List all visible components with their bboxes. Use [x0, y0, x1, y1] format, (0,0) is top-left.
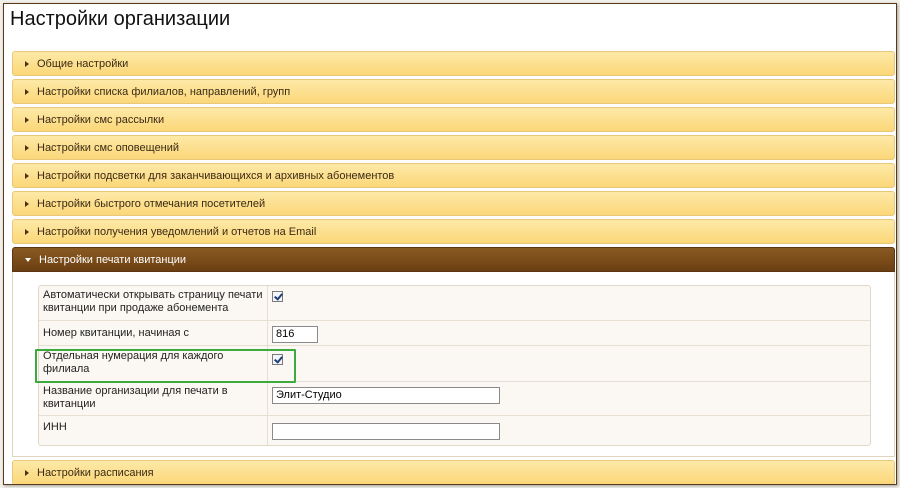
form-row: Отдельная нумерация для каждого филиала — [39, 346, 870, 382]
section-label: Настройки смс оповещений — [37, 141, 180, 154]
form-row: Название организации для печати в квитан… — [39, 382, 870, 416]
section-label: Настройки смс рассылки — [37, 113, 165, 126]
section-label: Настройки быстрого отмечания посетителей — [37, 197, 266, 210]
receipt-print-panel: Автоматически открывать страницу печати … — [12, 272, 895, 457]
page-title: Настройки организации — [10, 8, 231, 30]
section-quick-checkin[interactable]: Настройки быстрого отмечания посетителей — [12, 191, 895, 216]
section-receipt-print[interactable]: Настройки печати квитанции — [12, 247, 895, 272]
section-label: Настройки подсветки для заканчивающихся … — [37, 169, 395, 182]
form-value-cell — [268, 286, 870, 320]
section-label: Настройки печати квитанции — [39, 253, 187, 266]
triangle-right-icon — [25, 88, 29, 95]
section-branches[interactable]: Настройки списка филиалов, направлений, … — [12, 79, 895, 104]
receipt-settings-form: Автоматически открывать страницу печати … — [38, 285, 871, 446]
settings-accordion: Общие настройки Настройки списка филиало… — [12, 51, 895, 484]
org-name-input[interactable] — [272, 386, 500, 404]
section-sms-alerts[interactable]: Настройки смс оповещений — [12, 135, 895, 160]
form-row: ИНН — [39, 416, 870, 445]
section-highlight[interactable]: Настройки подсветки для заканчивающихся … — [12, 163, 895, 188]
form-row: Номер квитанции, начиная с — [39, 321, 870, 346]
section-label: Общие настройки — [37, 57, 129, 70]
section-sms-mailing[interactable]: Настройки смс рассылки — [12, 107, 895, 132]
inn-input[interactable] — [272, 422, 500, 440]
form-row: Автоматически открывать страницу печати … — [39, 286, 870, 321]
section-label: Настройки списка филиалов, направлений, … — [37, 85, 291, 98]
form-value-cell — [268, 382, 870, 415]
receipt-number-label: Номер квитанции, начиная с — [39, 321, 268, 345]
triangle-right-icon — [25, 172, 29, 179]
triangle-right-icon — [25, 60, 29, 67]
separate-numbering-checkbox[interactable] — [272, 354, 283, 365]
org-name-label: Название организации для печати в квитан… — [39, 382, 268, 415]
settings-window: Настройки организации Общие настройки На… — [3, 3, 897, 485]
triangle-right-icon — [25, 469, 29, 476]
form-value-cell — [268, 346, 870, 381]
triangle-right-icon — [25, 144, 29, 151]
section-email-reports[interactable]: Настройки получения уведомлений и отчето… — [12, 219, 895, 244]
auto-open-checkbox[interactable] — [272, 291, 283, 302]
section-label: Настройки получения уведомлений и отчето… — [37, 225, 317, 238]
triangle-right-icon — [25, 228, 29, 235]
separate-numbering-label: Отдельная нумерация для каждого филиала — [39, 346, 268, 381]
triangle-right-icon — [25, 200, 29, 207]
auto-open-label: Автоматически открывать страницу печати … — [39, 286, 268, 320]
form-value-cell — [268, 416, 870, 445]
receipt-number-input[interactable] — [272, 325, 318, 343]
section-schedule[interactable]: Настройки расписания — [12, 460, 895, 484]
triangle-down-icon — [25, 258, 31, 262]
section-general[interactable]: Общие настройки — [12, 51, 895, 76]
inn-label: ИНН — [39, 416, 268, 445]
triangle-right-icon — [25, 116, 29, 123]
section-label: Настройки расписания — [37, 466, 154, 479]
form-value-cell — [268, 321, 870, 345]
